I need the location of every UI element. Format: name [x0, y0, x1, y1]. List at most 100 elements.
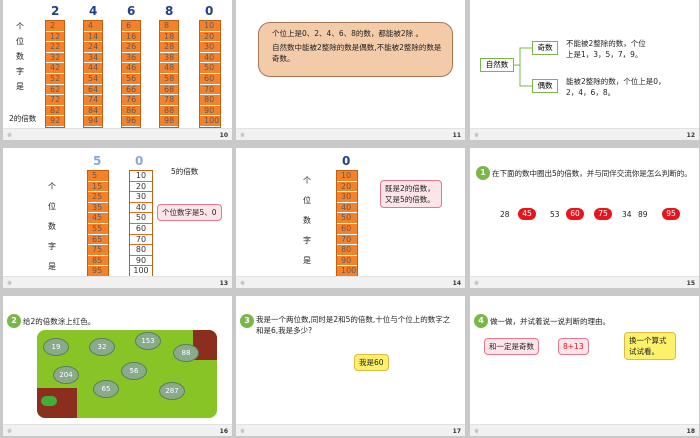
- number-cell: 70: [130, 235, 152, 246]
- lily-pad[interactable]: 204: [53, 366, 79, 384]
- number-cell: 92: [46, 116, 64, 127]
- slide-17[interactable]: 3 我是一个两位数,同时是2和5的倍数,十位与个位上的数字之和是6,我是多少? …: [236, 296, 465, 436]
- slide-14[interactable]: 个位数字是 0 10 20 30 40 50 60 70 80 90 100 既是2的倍数，又是5…: [236, 148, 465, 288]
- rule-line-1: 个位上是0、2、4、6、8的数，都能被2除 。: [272, 29, 424, 38]
- number-cell: 48: [160, 63, 178, 74]
- number-cell: 90: [337, 256, 357, 267]
- number-cell: 76: [122, 95, 140, 106]
- number-cell: 35: [88, 203, 108, 214]
- number-cell: 52: [46, 74, 64, 85]
- slide-10[interactable]: 个位数字是 2的倍数 2 2 12 22 32 42 52 62 72 82 92 4 4 14 24 34 4…: [3, 0, 232, 140]
- slide-title: 5的倍数: [171, 167, 199, 176]
- multiples-of-5-column: 5 15 25 35 45 55 65 75 85 95: [87, 170, 109, 278]
- number-cell: 80: [200, 95, 220, 106]
- multiples-column: 8 18 28 38 48 58 68 78 88 98: [159, 20, 179, 128]
- number-cell: 30: [200, 42, 220, 53]
- number-cell: 25: [88, 192, 108, 203]
- multiples-column: 4 14 24 34 44 54 64 74 84 94: [83, 20, 103, 128]
- slide-number: 17: [452, 428, 461, 435]
- vertical-label-char: 是: [48, 262, 56, 271]
- slide-mark: ※: [240, 428, 246, 435]
- answer-bubble: 我是60: [354, 354, 389, 371]
- try-another-bubble: 换一个算式试试看。: [624, 332, 676, 360]
- number-cell: 28: [160, 42, 178, 53]
- number-cell: 80: [130, 245, 152, 256]
- number-option[interactable]: 28: [500, 209, 510, 220]
- number-cell: 98: [160, 116, 178, 127]
- lily-pad[interactable]: 88: [173, 344, 199, 362]
- number-cell: 86: [122, 106, 140, 117]
- number-cell: 26: [122, 42, 140, 53]
- multiples-of-10-column: 10 20 30 40 50 60 70 80 90 100: [336, 170, 358, 278]
- lily-pad[interactable]: 32: [89, 338, 115, 356]
- number-option[interactable]: 34: [622, 209, 632, 220]
- number-cell: 74: [84, 95, 102, 106]
- callout-bubble: 个位数字是5、0: [157, 204, 222, 221]
- number-cell: 8: [160, 21, 178, 32]
- slide-13[interactable]: 个位数字是 5 0 5 15 25 35 45 55 65 75 85 95 10 20 30 40 50…: [3, 148, 232, 288]
- number-cell: 22: [46, 42, 64, 53]
- column-header: 4: [89, 4, 98, 18]
- vertical-label-char: 字: [303, 236, 311, 245]
- number-cell: 56: [122, 74, 140, 85]
- number-option[interactable]: 95: [662, 208, 680, 220]
- column-header: 8: [165, 4, 174, 18]
- slide-15[interactable]: 1 在下面的数中圈出5的倍数，并与同伴交流你是怎么判断的。 28 45 53 60 75…: [470, 148, 699, 288]
- lily-pad[interactable]: 56: [121, 362, 147, 380]
- number-cell: 16: [122, 32, 140, 43]
- slide-11[interactable]: 个位上是0、2、4、6、8的数，都能被2除 。 自然数中能被2整除的数是偶数,不…: [236, 0, 465, 140]
- number-option[interactable]: 45: [518, 208, 536, 220]
- slide-mark: ※: [7, 132, 13, 139]
- lily-pad[interactable]: 65: [93, 380, 119, 398]
- natural-number-box: 自然数: [480, 58, 514, 72]
- number-cell: 78: [160, 95, 178, 106]
- number-option[interactable]: 60: [566, 208, 584, 220]
- vertical-label-char: 位: [48, 202, 56, 211]
- column-header: 2: [51, 4, 60, 18]
- question-text: 我是一个两位数,同时是2和5的倍数,十位与个位上的数字之和是6,我是多少?: [256, 315, 451, 335]
- number-cell: 65: [88, 235, 108, 246]
- column-header-0: 0: [342, 154, 351, 168]
- number-cell: 68: [160, 85, 178, 96]
- slide-mark: ※: [240, 280, 246, 287]
- lily-pad[interactable]: 153: [135, 332, 161, 350]
- number-cell: 12: [46, 32, 64, 43]
- number-cell: 85: [88, 256, 108, 267]
- number-cell: 80: [337, 245, 357, 256]
- multiples-of-10-column: 10 20 30 40 50 60 70 80 90 100: [129, 170, 153, 278]
- question-badge: 4: [474, 314, 488, 328]
- number-cell: 66: [122, 85, 140, 96]
- number-cell: 62: [46, 85, 64, 96]
- number-cell: 30: [337, 192, 357, 203]
- odd-box: 奇数: [532, 41, 558, 55]
- number-cell: 84: [84, 106, 102, 117]
- question-badge: 3: [240, 314, 254, 328]
- number-cell: 20: [200, 32, 220, 43]
- number-cell: 14: [84, 32, 102, 43]
- number-cell: 40: [130, 203, 152, 214]
- column-header: 0: [205, 4, 214, 18]
- number-cell: 10: [337, 171, 357, 182]
- lily-pad[interactable]: 19: [43, 338, 69, 356]
- slide-18[interactable]: 4 做一做，并试着说一说判断的理由。 和一定是奇数 8+13 换一个算式试试看。…: [470, 296, 699, 436]
- number-option[interactable]: 53: [550, 209, 560, 220]
- number-cell: 4: [84, 21, 102, 32]
- number-cell: 6: [122, 21, 140, 32]
- number-cell: 70: [337, 235, 357, 246]
- number-option[interactable]: 89: [638, 209, 648, 220]
- number-cell: 10: [130, 171, 152, 182]
- number-cell: 82: [46, 106, 64, 117]
- slide-mark: ※: [240, 132, 246, 139]
- number-cell: 60: [200, 74, 220, 85]
- slide-12[interactable]: 自然数 奇数 不能被2整除的数，个位上是1，3，5，7，9。 偶数 能被2整除的…: [470, 0, 699, 140]
- odd-sum-box: 和一定是奇数: [484, 338, 539, 355]
- slide-16[interactable]: 2 给2的倍数涂上红色。 19 32 153 88 204 56 65 287 ※ 16: [3, 296, 232, 436]
- number-cell: 20: [337, 182, 357, 193]
- lily-pad[interactable]: 287: [159, 382, 185, 400]
- number-option[interactable]: 75: [594, 208, 612, 220]
- multiples-column: 6 16 26 36 46 56 66 76 86 96: [121, 20, 141, 128]
- number-cell: 90: [130, 256, 152, 267]
- odd-description: 不能被2整除的数，个位上是1，3，5，7，9。: [566, 39, 646, 59]
- number-cell: 40: [200, 53, 220, 64]
- multiples-column: 10 20 30 40 50 60 70 80 90 100: [199, 20, 221, 128]
